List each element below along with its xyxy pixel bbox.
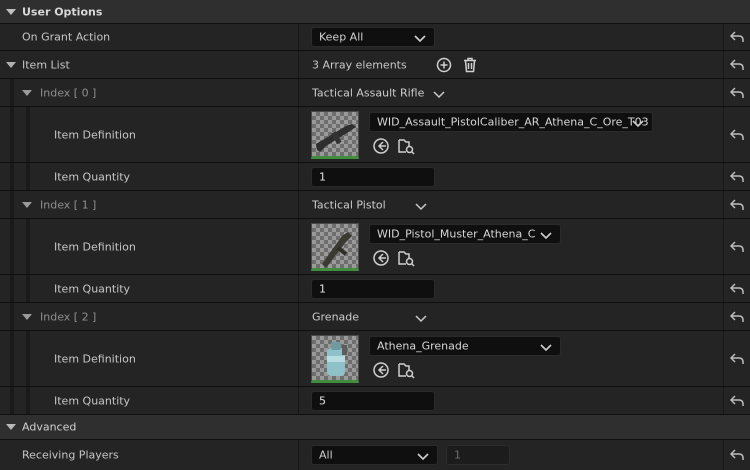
chevron-down-icon [433,89,445,98]
reset-arrow-icon[interactable] [729,128,744,141]
property-label: Item Quantity [54,282,131,295]
property-row-item-definition: Item Definition Athena_Grenade [0,331,750,387]
browse-arrow-icon[interactable] [372,361,390,379]
reset-arrow-icon[interactable] [729,352,744,365]
property-label: Item Quantity [54,394,131,407]
property-row-item-definition: Item Definition WID_Pistol_Muster_Athena… [0,219,750,275]
triangle-down-icon[interactable] [22,89,32,97]
property-label: Item Quantity [54,170,131,183]
chevron-down-icon [414,33,426,43]
array-element-header: Index [ 1 ] Tactical Pistol [0,191,750,219]
trash-icon[interactable] [462,57,478,73]
element-name-combo[interactable]: Tactical Pistol [312,196,432,214]
find-in-browser-icon[interactable] [397,137,415,155]
item-definition-combo[interactable]: Athena_Grenade [369,336,561,356]
plus-circle-icon[interactable] [436,57,452,73]
reset-arrow-icon[interactable] [729,170,744,183]
property-row-item-quantity: Item Quantity 1 [0,163,750,191]
triangle-down-icon[interactable] [22,201,32,209]
chevron-down-icon [415,313,427,322]
element-name-combo[interactable]: Grenade [312,308,432,326]
category-label: Advanced [22,420,77,434]
receiving-players-combo[interactable]: All [311,445,438,465]
property-label: Item Definition [54,128,136,141]
triangle-down-icon[interactable] [6,423,16,431]
property-label: Receiving Players [22,448,119,462]
array-element-header: Index [ 0 ] Tactical Assault Rifle [0,79,750,107]
property-row-item-definition: Item Definition WID_Assault_PistolCalibe… [0,107,750,163]
category-advanced[interactable]: Advanced [0,415,750,440]
element-name-combo[interactable]: Tactical Assault Rifle [312,84,447,102]
reset-arrow-icon[interactable] [729,394,744,407]
property-label: Item List [22,58,70,71]
asset-thumbnail[interactable] [311,335,359,383]
triangle-down-icon[interactable] [6,61,16,69]
array-index-label: Index [ 0 ] [40,86,97,99]
category-label: User Options [22,5,103,18]
property-label: On Grant Action [22,30,111,44]
property-row-item-quantity: Item Quantity 5 [0,387,750,415]
reset-arrow-icon[interactable] [729,310,744,323]
item-quantity-field[interactable]: 5 [311,390,435,411]
item-quantity-field[interactable]: 1 [311,166,435,187]
reset-arrow-icon[interactable] [729,198,744,211]
array-element-header: Index [ 2 ] Grenade [0,303,750,331]
chevron-down-icon [632,118,644,128]
find-in-browser-icon[interactable] [397,249,415,267]
array-index-label: Index [ 2 ] [40,310,97,323]
on-grant-action-combo[interactable]: Keep All [311,27,435,47]
chevron-down-icon [540,342,552,352]
browse-arrow-icon[interactable] [372,249,390,267]
reset-arrow-icon[interactable] [729,31,744,43]
property-label: Item Definition [54,240,136,253]
receiving-players-count-field: 1 [446,445,510,465]
reset-arrow-icon[interactable] [729,86,744,99]
chevron-down-icon [415,201,427,210]
item-definition-combo[interactable]: WID_Assault_PistolCaliber_AR_Athena_C_Or… [369,112,653,132]
item-definition-combo[interactable]: WID_Pistol_Muster_Athena_C [369,224,561,244]
reset-arrow-icon[interactable] [729,240,744,253]
reset-arrow-icon[interactable] [729,282,744,295]
browse-arrow-icon[interactable] [372,137,390,155]
property-row-on-grant-action: On Grant Action Keep All [0,24,750,51]
property-row-item-list: Item List 3 Array elements [0,51,750,79]
triangle-down-icon[interactable] [22,313,32,321]
reset-arrow-icon[interactable] [729,58,744,71]
array-index-label: Index [ 1 ] [40,198,97,211]
property-row-receiving-players: Receiving Players All 1 [0,440,750,470]
asset-thumbnail[interactable] [311,111,359,159]
reset-arrow-icon[interactable] [729,449,744,461]
array-summary: 3 Array elements [312,58,407,71]
chevron-down-icon [417,451,429,461]
chevron-down-icon [540,230,552,240]
triangle-down-icon[interactable] [6,8,16,16]
item-quantity-field[interactable]: 1 [311,278,435,299]
asset-thumbnail[interactable] [311,223,359,271]
property-label: Item Definition [54,352,136,365]
property-row-item-quantity: Item Quantity 1 [0,275,750,303]
category-user-options[interactable]: User Options [0,0,750,24]
find-in-browser-icon[interactable] [397,361,415,379]
